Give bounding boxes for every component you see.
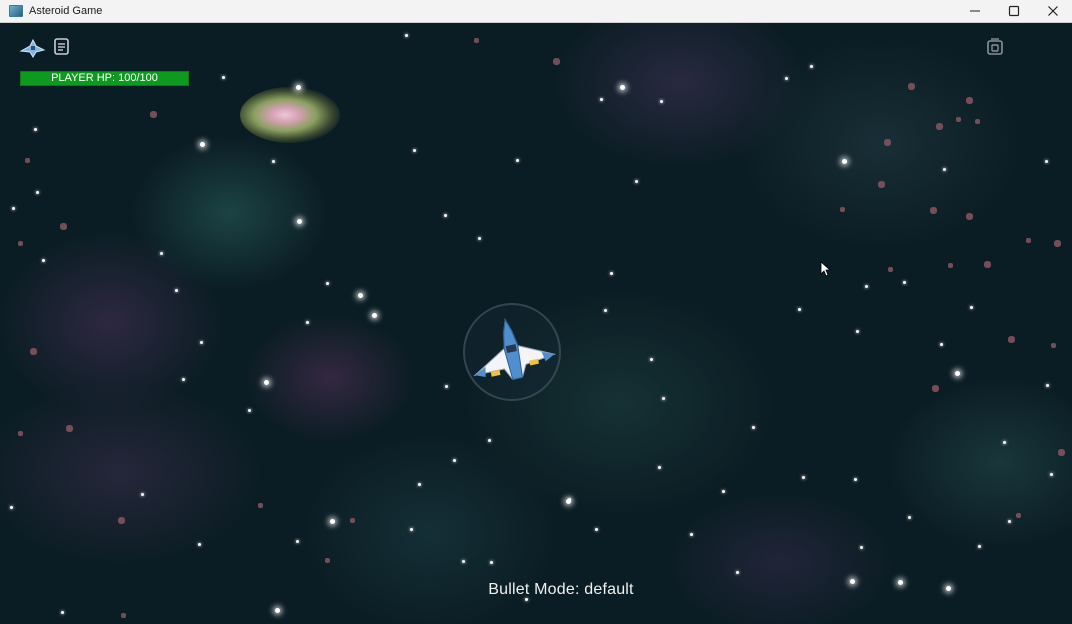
- window-title: Asteroid Game: [29, 5, 103, 17]
- close-button[interactable]: [1033, 0, 1072, 22]
- document-icon[interactable]: [53, 37, 71, 57]
- minimize-icon: [969, 10, 980, 12]
- inventory-icon[interactable]: [985, 37, 1005, 57]
- game-canvas[interactable]: PLAYER HP: 100/100 Bullet Mode: default: [0, 23, 1072, 624]
- maximize-button[interactable]: [994, 0, 1033, 22]
- minimize-button[interactable]: [955, 0, 994, 22]
- ship-icon[interactable]: [18, 37, 46, 59]
- player-ship: [463, 303, 561, 401]
- app-icon: [9, 5, 23, 17]
- bullet-mode-label: Bullet Mode: default: [488, 581, 634, 598]
- mouse-cursor-icon: [820, 261, 832, 277]
- title-bar: Asteroid Game: [0, 0, 1072, 23]
- player-hp-bar: PLAYER HP: 100/100: [20, 71, 189, 86]
- close-icon: [1047, 6, 1058, 16]
- nebula-swirl: [240, 87, 340, 143]
- player-hp-label: PLAYER HP: 100/100: [51, 72, 158, 84]
- window-controls: [955, 0, 1072, 22]
- maximize-icon: [1008, 5, 1019, 17]
